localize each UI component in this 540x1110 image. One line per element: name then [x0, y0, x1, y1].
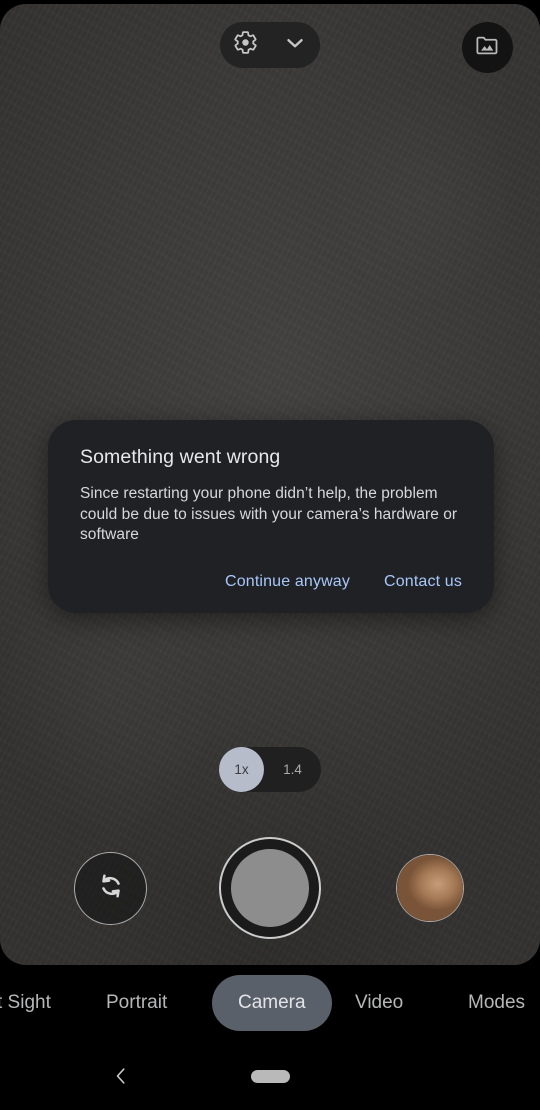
gallery-button[interactable]: [462, 22, 513, 73]
phone-screen: Something went wrong Since restarting yo…: [0, 0, 540, 1110]
camera-controls: [0, 837, 540, 939]
settings-pill[interactable]: [220, 22, 320, 68]
dialog-title: Something went wrong: [80, 446, 281, 468]
mode-tab-modes[interactable]: Modes: [468, 975, 525, 1031]
dialog-body-text: Since restarting your phone didn’t help,…: [80, 485, 458, 543]
error-dialog: Something went wrong Since restarting yo…: [48, 420, 494, 613]
camera-mode-tabs: t Sight Portrait Camera Video Modes: [0, 975, 540, 1031]
nav-home-indicator[interactable]: [251, 1070, 290, 1083]
photo-thumbnail-image: [397, 855, 463, 921]
shutter-button[interactable]: [219, 837, 321, 939]
mode-tab-portrait[interactable]: Portrait: [106, 975, 167, 1031]
nav-back-button[interactable]: [108, 1065, 134, 1091]
camera-flip-icon: [93, 868, 129, 909]
mode-tab-night-sight[interactable]: t Sight: [0, 975, 51, 1031]
mode-tab-video[interactable]: Video: [355, 975, 403, 1031]
gear-icon[interactable]: [233, 30, 258, 60]
folder-image-icon: [474, 32, 501, 64]
camera-flip-button[interactable]: [74, 852, 147, 925]
photo-thumbnail-button[interactable]: [396, 854, 464, 922]
zoom-option-alternate[interactable]: 1.4: [264, 762, 321, 777]
camera-top-bar: [0, 0, 540, 96]
shutter-inner-circle: [231, 849, 309, 927]
continue-anyway-button[interactable]: Continue anyway: [225, 573, 350, 591]
zoom-option-selected[interactable]: 1x: [219, 747, 264, 792]
mode-tab-camera[interactable]: Camera: [212, 975, 332, 1031]
chevron-down-icon[interactable]: [283, 31, 307, 60]
chevron-left-icon: [110, 1065, 132, 1092]
dialog-actions: Continue anyway Contact us: [80, 573, 462, 595]
contact-us-button[interactable]: Contact us: [384, 573, 462, 591]
zoom-control[interactable]: 1x 1.4: [219, 747, 321, 792]
